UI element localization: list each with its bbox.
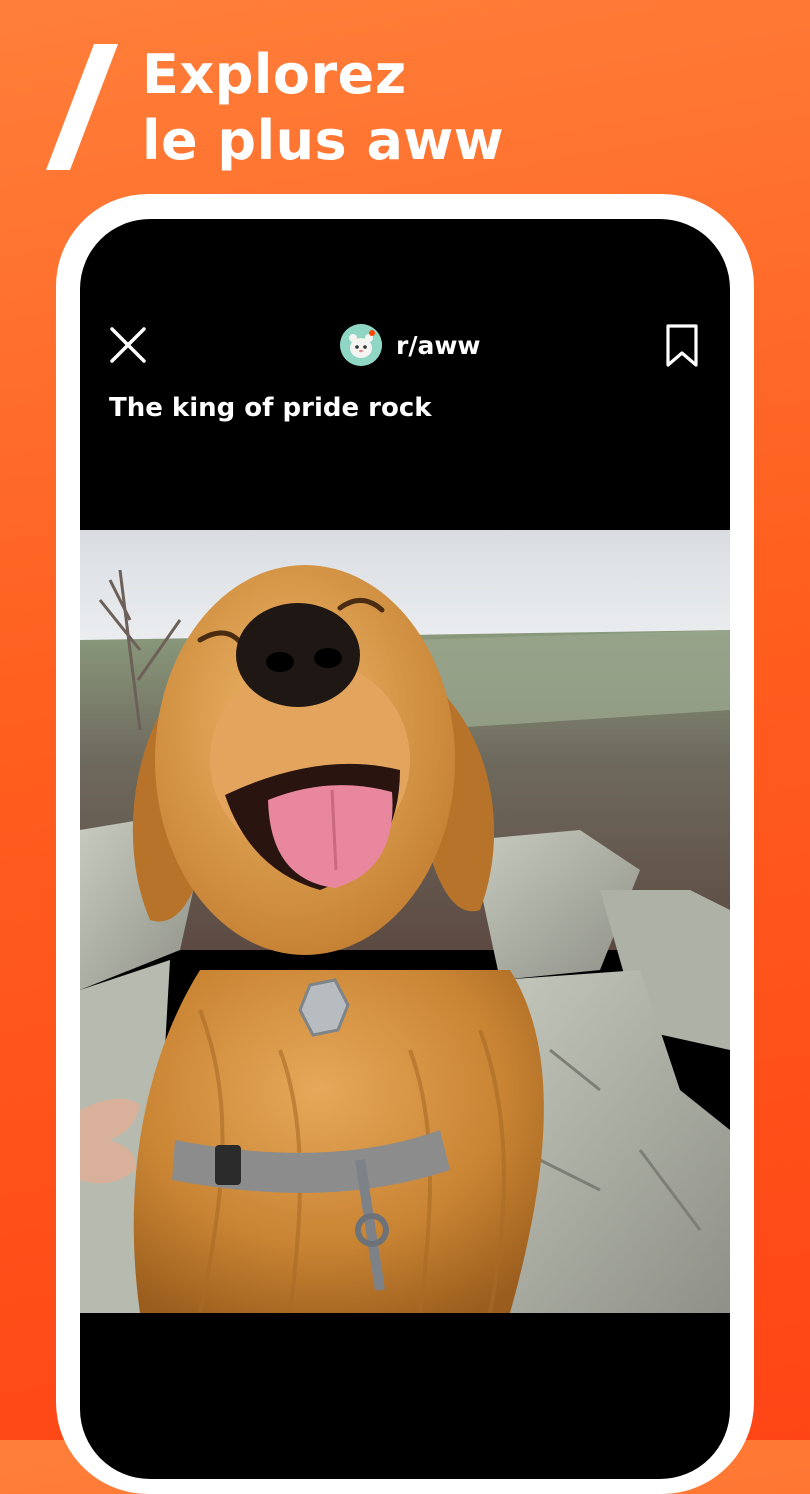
promo-headline-line-2: le plus aww (142, 109, 505, 172)
subreddit-avatar-icon (340, 324, 382, 366)
post-title: The king of pride rock (109, 393, 432, 423)
phone-screen: r/aww The king of pride rock (80, 219, 730, 1479)
bookmark-icon[interactable] (664, 323, 700, 369)
slash-logo-mark (46, 44, 118, 170)
community-header[interactable]: r/aww (340, 323, 481, 367)
promo-headline-line-1: Explorez (142, 43, 407, 106)
close-icon[interactable] (108, 325, 148, 365)
post-image[interactable] (80, 530, 730, 1313)
promo-headline: Explorez le plus aww (142, 42, 504, 174)
community-name: r/aww (396, 330, 481, 360)
